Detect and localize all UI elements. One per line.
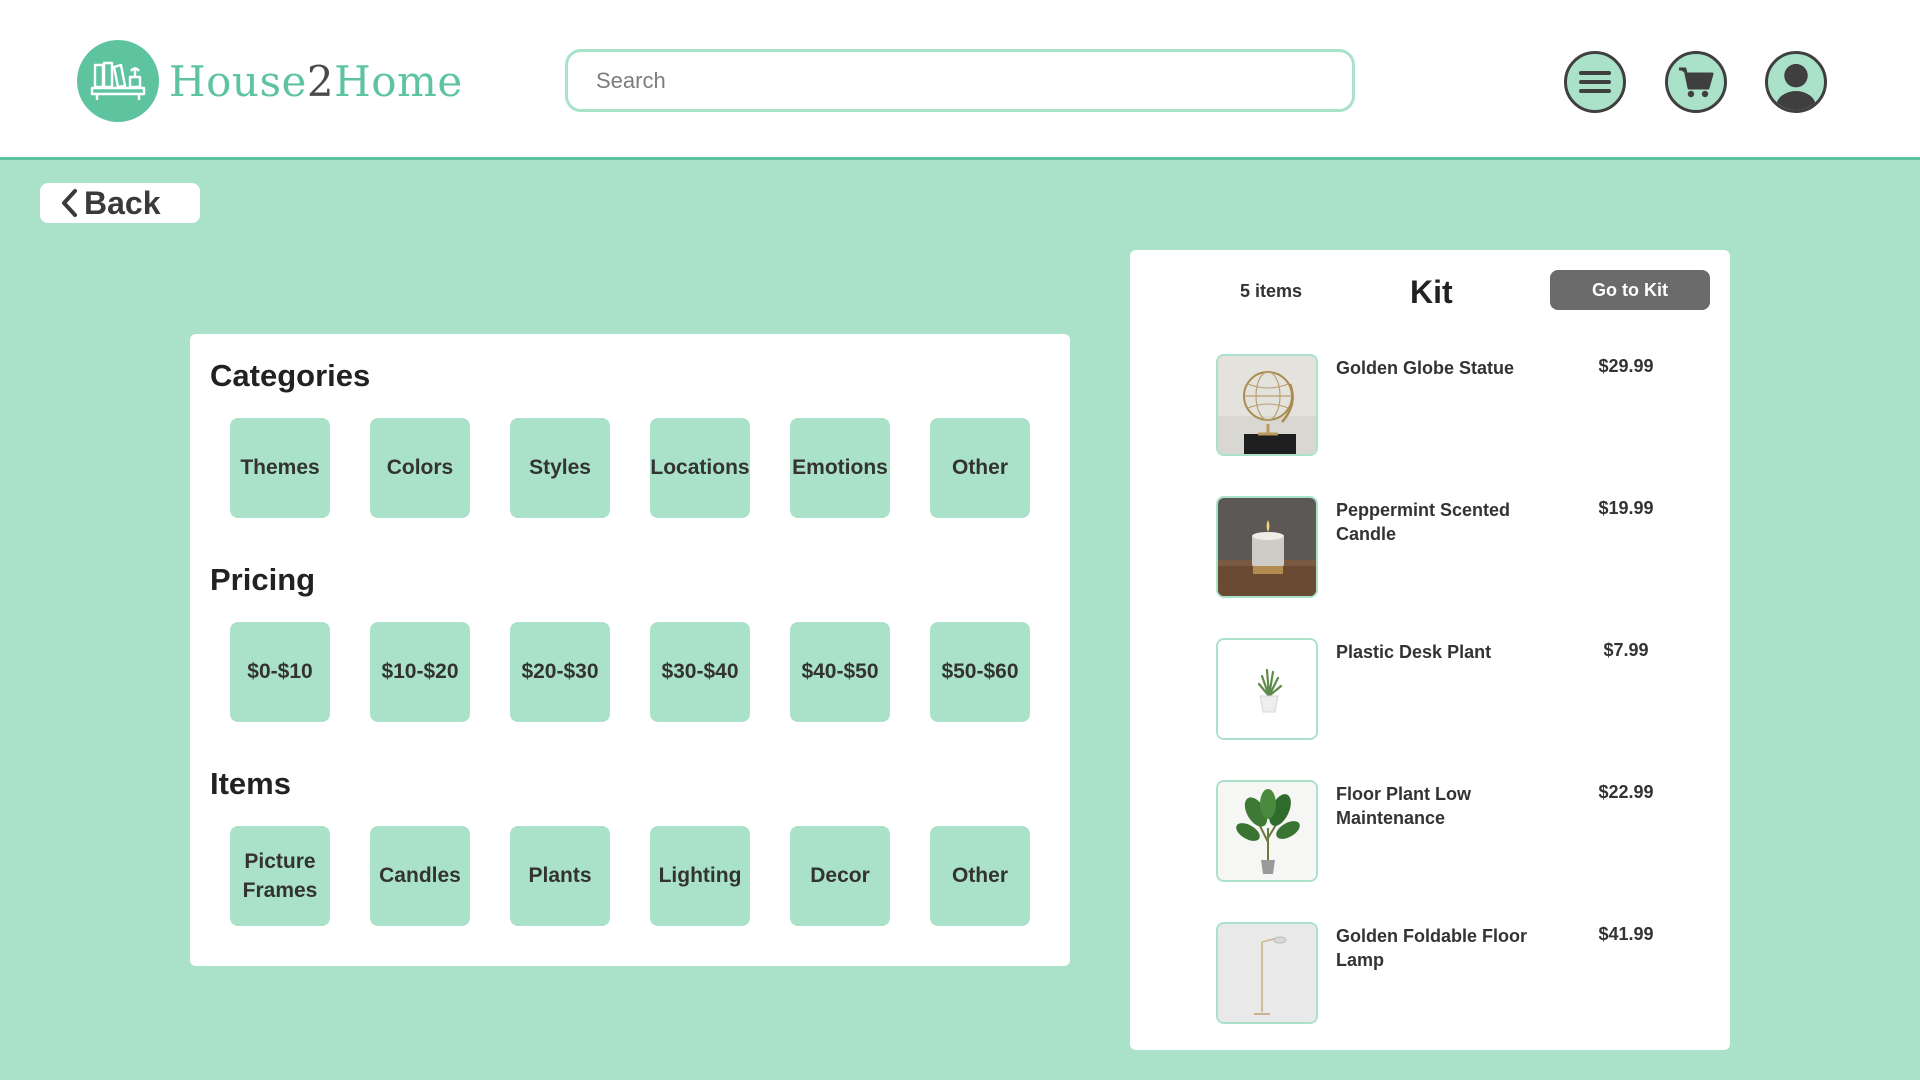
menu-button[interactable] — [1564, 51, 1626, 113]
brand-logo[interactable]: House2Home — [77, 40, 463, 122]
category-tile-other[interactable]: Other — [930, 418, 1030, 518]
kit-item[interactable]: Plastic Desk Plant $7.99 — [1216, 638, 1706, 740]
go-to-kit-button[interactable]: Go to Kit — [1550, 270, 1710, 310]
kit-panel: 5 items Kit Go to Kit Golden Globe Statu… — [1130, 250, 1730, 1050]
items-options: Picture Frames Candles Plants Lighting D… — [230, 826, 1030, 926]
kit-title: Kit — [1410, 274, 1453, 310]
pricing-options: $0-$10 $10-$20 $20-$30 $30-$40 $40-$50 $… — [230, 622, 1030, 722]
kit-item-price: $7.99 — [1603, 640, 1649, 660]
floor-lamp-image — [1216, 922, 1318, 1024]
item-tile-picture-frames[interactable]: Picture Frames — [230, 826, 330, 926]
price-tile-0-10[interactable]: $0-$10 — [230, 622, 330, 722]
category-tile-emotions[interactable]: Emotions — [790, 418, 890, 518]
desk-plant-image — [1216, 638, 1318, 740]
candle-image — [1216, 496, 1318, 598]
category-tile-locations[interactable]: Locations — [650, 418, 750, 518]
back-label: Back — [84, 184, 161, 221]
category-tile-styles[interactable]: Styles — [510, 418, 610, 518]
pricing-title: Pricing — [210, 562, 316, 597]
kit-item-price: $19.99 — [1598, 498, 1654, 518]
account-button[interactable] — [1765, 51, 1827, 113]
price-tile-10-20[interactable]: $10-$20 — [370, 622, 470, 722]
price-tile-40-50[interactable]: $40-$50 — [790, 622, 890, 722]
categories-options: Themes Colors Styles Locations Emotions … — [230, 418, 1030, 518]
kit-item-name: Peppermint Scented Candle — [1336, 500, 1511, 545]
item-tile-lighting[interactable]: Lighting — [650, 826, 750, 926]
category-tile-themes[interactable]: Themes — [230, 418, 330, 518]
top-header: House2Home — [0, 0, 1920, 160]
filter-panel: Categories Themes Colors Styles Location… — [190, 334, 1070, 966]
kit-item-name: Golden Globe Statue — [1336, 358, 1515, 378]
kit-item-name: Golden Foldable Floor Lamp — [1336, 926, 1527, 971]
account-icon — [1776, 63, 1816, 110]
kit-item-price: $22.99 — [1598, 782, 1654, 802]
price-tile-30-40[interactable]: $30-$40 — [650, 622, 750, 722]
category-tile-colors[interactable]: Colors — [370, 418, 470, 518]
item-tile-candles[interactable]: Candles — [370, 826, 470, 926]
kit-item-name: Plastic Desk Plant — [1336, 642, 1492, 662]
search-bar[interactable] — [565, 49, 1355, 112]
price-tile-20-30[interactable]: $20-$30 — [510, 622, 610, 722]
search-input[interactable] — [596, 67, 1352, 94]
kit-item[interactable]: Floor Plant Low Maintenance $22.99 — [1216, 780, 1706, 882]
shelf-logo-icon — [77, 40, 159, 122]
categories-title: Categories — [210, 358, 371, 393]
golden-globe-statue-image — [1216, 354, 1318, 456]
item-tile-decor[interactable]: Decor — [790, 826, 890, 926]
floor-plant-image — [1216, 780, 1318, 882]
price-tile-50-60[interactable]: $50-$60 — [930, 622, 1030, 722]
cart-icon — [1679, 67, 1714, 98]
kit-item-name: Floor Plant Low Maintenance — [1336, 784, 1471, 829]
kit-item[interactable]: Golden Foldable Floor Lamp $41.99 — [1216, 922, 1706, 1024]
chevron-left-icon — [62, 189, 77, 217]
item-tile-other[interactable]: Other — [930, 826, 1030, 926]
kit-item-price: $29.99 — [1598, 356, 1654, 376]
kit-item-count: 5 items — [1240, 281, 1303, 301]
kit-item[interactable]: Golden Globe Statue $29.99 — [1216, 354, 1706, 456]
items-title: Items — [210, 766, 291, 801]
cart-button[interactable] — [1665, 51, 1727, 113]
back-button[interactable]: Back — [40, 183, 200, 223]
kit-item-price: $41.99 — [1598, 924, 1654, 944]
kit-item[interactable]: Peppermint Scented Candle $19.99 — [1216, 496, 1706, 598]
menu-icon — [1579, 71, 1611, 93]
item-tile-plants[interactable]: Plants — [510, 826, 610, 926]
brand-name: House2Home — [169, 56, 463, 106]
